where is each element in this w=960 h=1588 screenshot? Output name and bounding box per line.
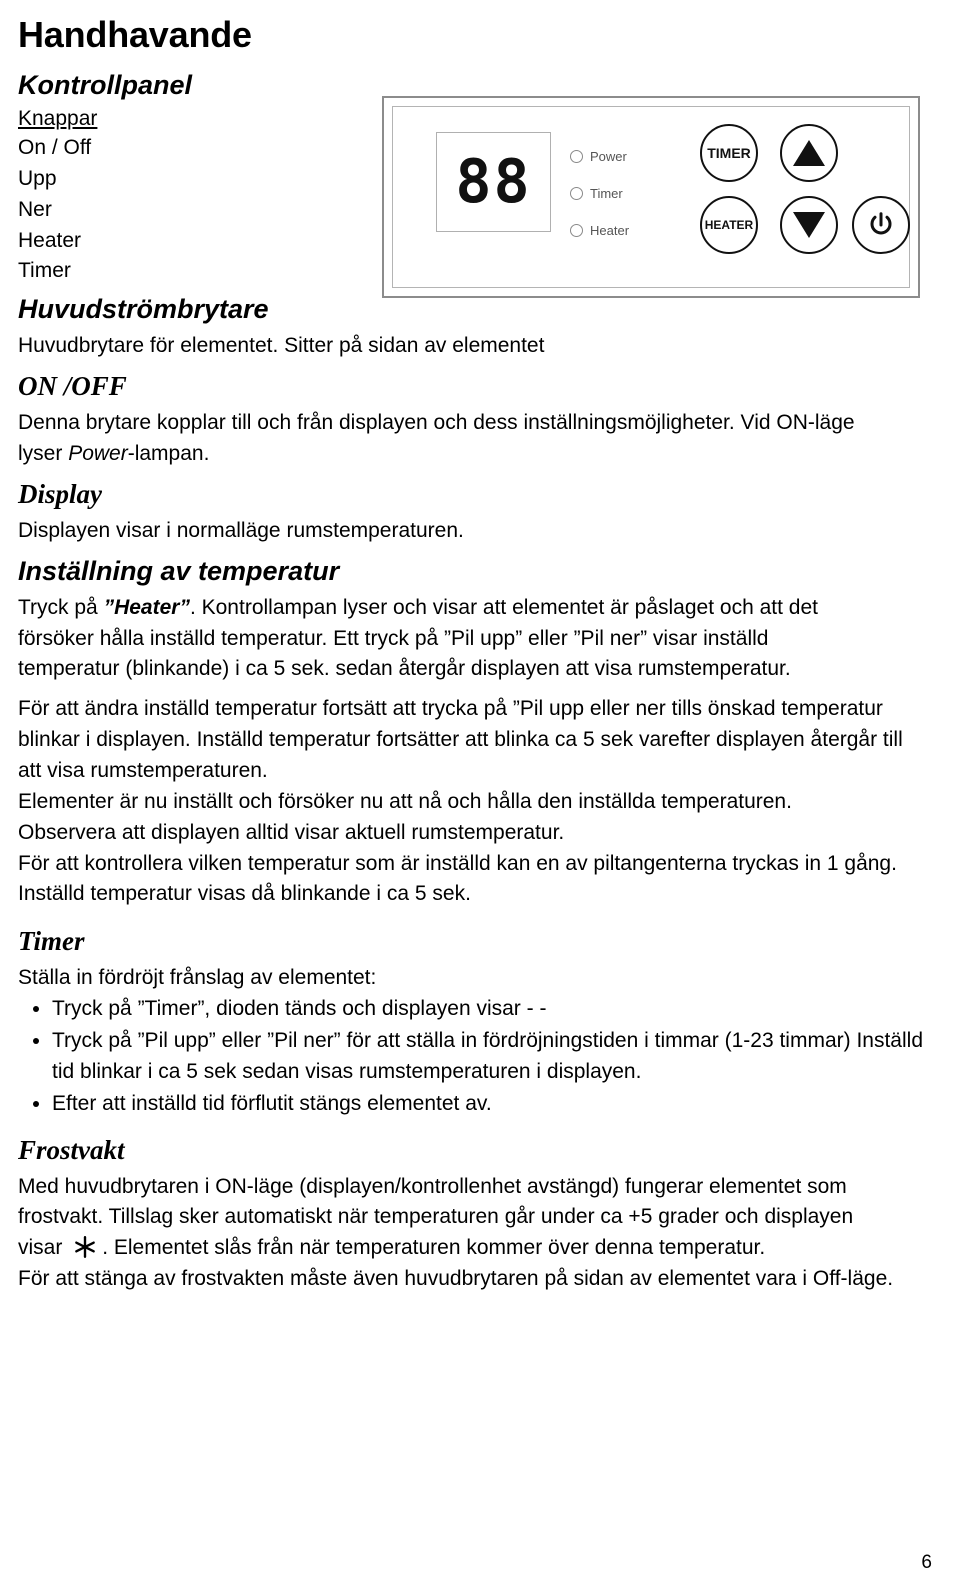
text-on-off-line1: Denna brytare kopplar till och från disp…	[18, 411, 855, 435]
led-heater-label: Heater	[590, 223, 630, 238]
panel-button-timer[interactable]: TIMER	[700, 124, 758, 182]
text-timer-intro: Ställa in fördröjt frånslag av elementet…	[18, 966, 377, 990]
led-timer: Timer	[570, 175, 690, 212]
heading-huvudstrombrytare: Huvudströmbrytare	[18, 294, 269, 325]
text-installning-p1d: temperatur (blinkande) i ca 5 sek. sedan…	[18, 657, 791, 681]
emphasis-power: Power	[68, 442, 128, 466]
led-power-label: Power	[590, 149, 627, 164]
list-item: Tryck på ”Timer”, dioden tänds och displ…	[52, 994, 924, 1025]
seven-segment-display: 88	[436, 132, 551, 232]
text-on-off-line2-a: lyser	[18, 442, 69, 466]
led-power: Power	[570, 138, 690, 175]
text-installning-p5: För att kontrollera vilken temperatur so…	[18, 851, 897, 906]
text-frostvakt-p2: visar . Elementet slås från när temperat…	[18, 1233, 924, 1264]
heading-on-off: ON /OFF	[18, 371, 127, 402]
panel-button-heater[interactable]: HEATER	[700, 196, 758, 254]
text-installning-p4: Observera att displayen alltid visar akt…	[18, 820, 565, 844]
panel-button-down[interactable]	[780, 196, 838, 254]
text-installning-p2: För att ändra inställd temperatur fortsä…	[18, 697, 903, 783]
led-heater: Heater	[570, 212, 690, 249]
led-dot-icon	[570, 150, 583, 163]
timer-step-list: Tryck på ”Timer”, dioden tänds och displ…	[18, 994, 924, 1119]
text-huvudstrombrytare: Huvudbrytare för elementet. Sitter på si…	[18, 334, 545, 358]
list-item: Tryck på ”Pil upp” eller ”Pil ner” för a…	[52, 1026, 924, 1088]
text-frostvakt-p2-a: visar	[18, 1236, 69, 1260]
led-dot-icon	[570, 224, 583, 237]
text-installning-p1c: försöker hålla inställd temperatur. Ett …	[18, 626, 769, 650]
heading-timer: Timer	[18, 926, 85, 957]
text-installning-p3: Elementer är nu inställt och försöker nu…	[18, 789, 792, 813]
triangle-down-icon	[793, 212, 825, 238]
power-icon	[866, 210, 896, 240]
heading-display: Display	[18, 478, 102, 509]
emphasis-heater: ”Heater”	[103, 595, 190, 619]
text-on-off-line2: lyser Power-lampan.	[18, 439, 924, 470]
heading-frostvakt: Frostvakt	[18, 1134, 125, 1165]
led-dot-icon	[570, 187, 583, 200]
page-number: 6	[921, 1552, 932, 1573]
heading-installning: Inställning av temperatur	[18, 555, 340, 586]
triangle-up-icon	[793, 140, 825, 166]
led-indicator-group: Power Timer Heater	[570, 138, 690, 249]
text-frostvakt-p3: För att stänga av frostvakten måste även…	[18, 1267, 894, 1291]
text-frostvakt-p2-b: . Elementet slås från när temperaturen k…	[102, 1236, 766, 1260]
led-timer-label: Timer	[590, 186, 623, 201]
text-installning-p1-b: . Kontrollampan lyser och visar att elem…	[189, 595, 818, 619]
text-installning-p1-a: Tryck på	[18, 595, 104, 619]
display-value: 88	[455, 147, 532, 217]
page-title: Handhavande	[18, 14, 252, 55]
text-installning-p1: Tryck på ”Heater”. Kontrollampan lyser o…	[18, 593, 924, 624]
text-display: Displayen visar i normalläge rumstempera…	[18, 518, 464, 542]
panel-button-power[interactable]	[852, 196, 910, 254]
text-on-off-line2-b: -lampan.	[127, 442, 210, 466]
list-item: Efter att inställd tid förflutit stängs …	[52, 1089, 924, 1120]
control-panel-figure: 88 Power Timer Heater TIMER HEATER	[382, 96, 920, 298]
document-page: Handhavande Kontrollpanel Knappar On / O…	[0, 0, 960, 1588]
panel-button-up[interactable]	[780, 124, 838, 182]
frost-icon	[72, 1234, 98, 1260]
text-frostvakt-p1: Med huvudbrytaren i ON-läge (displayen/k…	[18, 1174, 854, 1229]
